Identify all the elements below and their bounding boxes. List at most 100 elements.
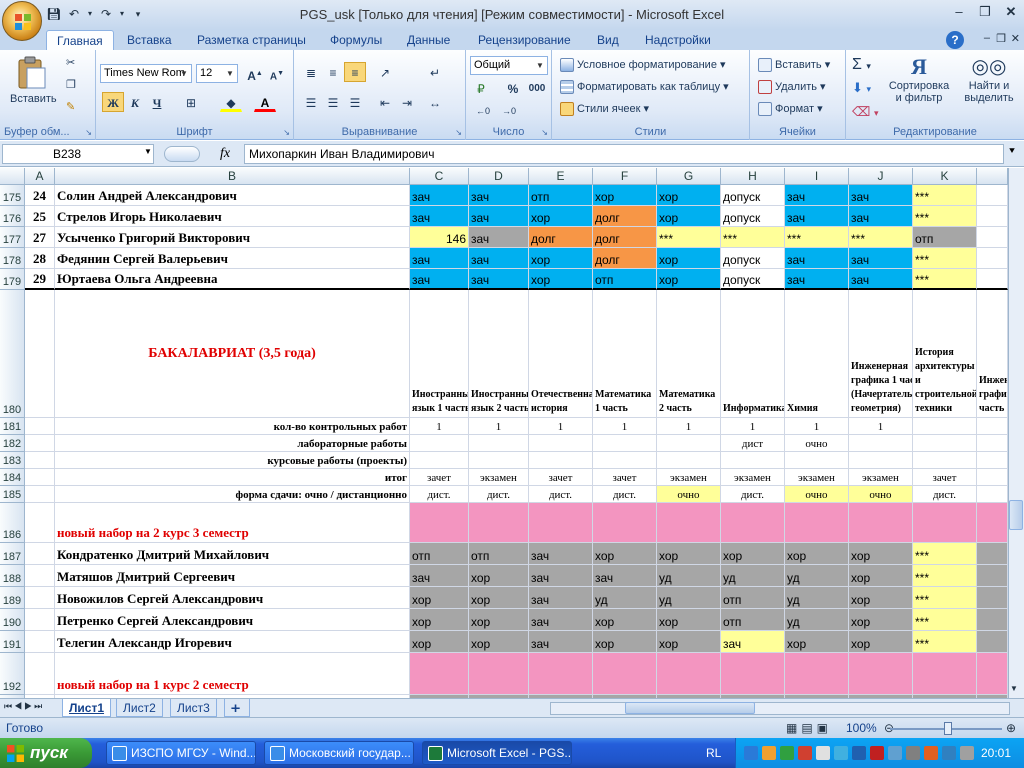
student-number[interactable]: 29: [25, 269, 55, 290]
clear-icon[interactable]: ⌫ ▾: [852, 104, 879, 120]
tray-sync-icon[interactable]: [888, 746, 902, 760]
grade-cell[interactable]: уд: [657, 587, 721, 609]
fill-color-icon[interactable]: ◆: [220, 92, 242, 112]
row-header[interactable]: 176: [0, 206, 25, 227]
grade-cell[interactable]: хор: [593, 631, 657, 653]
cell[interactable]: [977, 206, 1008, 227]
sheet-tab-2[interactable]: Лист2: [116, 699, 163, 717]
cell[interactable]: [25, 503, 55, 543]
info-cell[interactable]: дист.: [410, 486, 469, 503]
grade-cell[interactable]: ***: [913, 206, 977, 227]
grade-cell[interactable]: хор: [657, 609, 721, 631]
info-cell[interactable]: зачет: [593, 469, 657, 486]
info-cell[interactable]: [469, 435, 529, 452]
student-name[interactable]: Солин Андрей Александрович: [55, 185, 410, 206]
cell[interactable]: [529, 503, 593, 543]
tray-usb-icon[interactable]: [906, 746, 920, 760]
grade-cell[interactable]: уд: [593, 587, 657, 609]
grade-cell[interactable]: хор: [849, 565, 913, 587]
grade-cell[interactable]: зач: [529, 609, 593, 631]
cell[interactable]: [593, 653, 657, 695]
language-indicator[interactable]: RL: [706, 746, 721, 760]
subject-header[interactable]: История архитектуры и строительной техни…: [913, 290, 977, 418]
row-header[interactable]: 179: [0, 269, 25, 290]
grade-cell[interactable]: ***: [913, 543, 977, 565]
column-header-j[interactable]: J: [849, 168, 913, 185]
info-cell[interactable]: экзамен: [849, 469, 913, 486]
subject-header[interactable]: Инженерная графика 1 часть (Начертательн…: [849, 290, 913, 418]
cell[interactable]: [977, 452, 1008, 469]
row-header[interactable]: 178: [0, 248, 25, 269]
cell[interactable]: [25, 653, 55, 695]
info-cell[interactable]: [529, 452, 593, 469]
grow-font-icon[interactable]: A▲: [244, 63, 266, 83]
grade-cell[interactable]: допуск: [721, 185, 785, 206]
align-center-icon[interactable]: ☰: [322, 92, 344, 112]
grade-cell[interactable]: хор: [410, 609, 469, 631]
grade-cell[interactable]: ***: [913, 248, 977, 269]
row-header[interactable]: 182: [0, 435, 25, 452]
info-label[interactable]: кол-во контрольных работ: [55, 418, 410, 435]
grade-cell[interactable]: зач: [785, 185, 849, 206]
number-format-select[interactable]: Общий ▼: [470, 56, 548, 75]
sheet-tab-3[interactable]: Лист3: [170, 699, 217, 717]
grade-cell[interactable]: зач: [469, 248, 529, 269]
grade-cell[interactable]: зач: [529, 543, 593, 565]
grade-cell[interactable]: допуск: [721, 269, 785, 290]
tray-antivirus-icon[interactable]: [870, 746, 884, 760]
student-number[interactable]: 25: [25, 206, 55, 227]
info-cell[interactable]: дист.: [721, 486, 785, 503]
info-cell[interactable]: [657, 452, 721, 469]
insert-sheet-icon[interactable]: ➕︎: [224, 699, 250, 717]
cell[interactable]: [977, 631, 1008, 653]
info-cell[interactable]: [849, 452, 913, 469]
info-cell[interactable]: экзамен: [785, 469, 849, 486]
student-name[interactable]: Матяшов Дмитрий Сергеевич: [55, 565, 410, 587]
info-cell[interactable]: [657, 435, 721, 452]
tab-home[interactable]: Главная: [46, 30, 114, 50]
borders-icon[interactable]: ⊞: [180, 92, 202, 112]
select-all-corner[interactable]: [0, 168, 25, 185]
info-cell[interactable]: [785, 452, 849, 469]
grade-cell[interactable]: уд: [721, 565, 785, 587]
grade-cell[interactable]: хор: [849, 631, 913, 653]
cell[interactable]: [25, 609, 55, 631]
insert-function-button[interactable]: fx: [220, 144, 242, 164]
bold-button[interactable]: Ж: [102, 92, 124, 112]
info-cell[interactable]: зачет: [410, 469, 469, 486]
grade-cell[interactable]: хор: [529, 206, 593, 227]
info-cell[interactable]: очно: [785, 435, 849, 452]
cell[interactable]: [977, 565, 1008, 587]
info-cell[interactable]: [469, 452, 529, 469]
font-name-select[interactable]: Times New Rom ▼: [100, 64, 192, 83]
cell[interactable]: [977, 503, 1008, 543]
close-icon[interactable]: ✕: [998, 2, 1024, 22]
tab-view[interactable]: Вид: [597, 30, 619, 50]
grade-cell[interactable]: хор: [657, 543, 721, 565]
view-buttons-icons[interactable]: ▦▤▣: [786, 721, 832, 735]
grade-cell[interactable]: зач: [469, 185, 529, 206]
grade-cell[interactable]: ***: [913, 609, 977, 631]
sort-filter-button[interactable]: Я Сортировка и фильтр: [884, 54, 954, 104]
clipboard-launcher-icon[interactable]: ↘: [85, 128, 92, 137]
subject-header[interactable]: Математика 2 часть: [657, 290, 721, 418]
cell[interactable]: [977, 227, 1008, 248]
grade-cell[interactable]: зач: [410, 269, 469, 290]
cell[interactable]: [25, 469, 55, 486]
info-cell[interactable]: дист.: [593, 486, 657, 503]
zoom-slider-knob[interactable]: [944, 722, 952, 735]
tray-messenger-icon[interactable]: [834, 746, 848, 760]
tab-addins[interactable]: Надстройки: [645, 30, 711, 50]
grade-cell[interactable]: ***: [657, 227, 721, 248]
autosum-icon[interactable]: Σ ▾: [852, 56, 871, 74]
row-header[interactable]: 177: [0, 227, 25, 248]
info-cell[interactable]: [410, 452, 469, 469]
grade-cell[interactable]: хор: [469, 565, 529, 587]
tray-update-icon[interactable]: [924, 746, 938, 760]
grade-cell[interactable]: зач: [529, 565, 593, 587]
row-header[interactable]: 175: [0, 185, 25, 206]
tray-network-icon[interactable]: [780, 746, 794, 760]
cell[interactable]: [977, 269, 1008, 290]
subject-header[interactable]: Информатика: [721, 290, 785, 418]
grade-cell[interactable]: долг: [593, 206, 657, 227]
